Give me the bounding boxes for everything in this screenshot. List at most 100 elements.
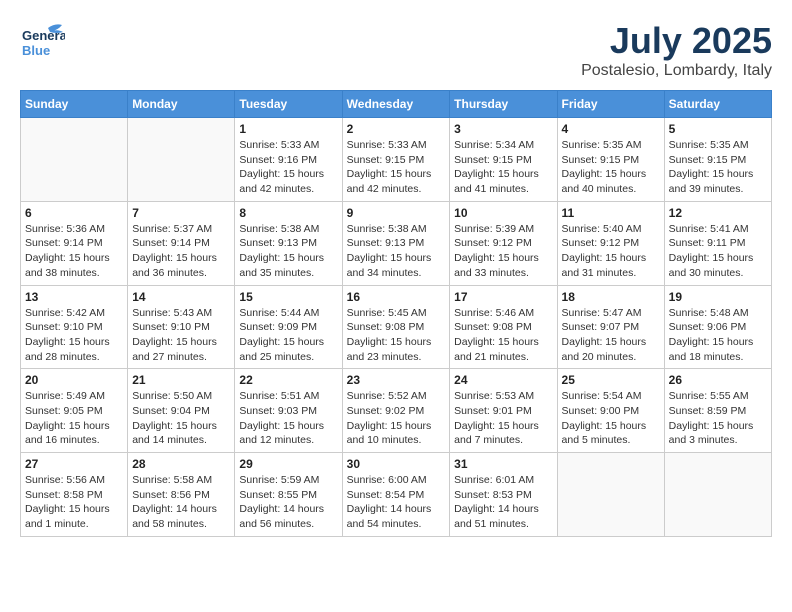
day-number: 19 bbox=[669, 290, 767, 304]
day-info: Sunrise: 5:51 AMSunset: 9:03 PMDaylight:… bbox=[239, 389, 337, 448]
calendar-cell: 10 Sunrise: 5:39 AMSunset: 9:12 PMDayligh… bbox=[450, 201, 557, 285]
calendar-cell: 8Sunrise: 5:38 AMSunset: 9:13 PMDaylight… bbox=[235, 201, 342, 285]
calendar-cell: 15 Sunrise: 5:44 AMSunset: 9:09 PMDayligh… bbox=[235, 285, 342, 369]
day-info: Sunrise: 5:38 AMSunset: 9:13 PMDaylight:… bbox=[347, 222, 446, 281]
calendar-cell: 9 Sunrise: 5:38 AMSunset: 9:13 PMDaylight… bbox=[342, 201, 450, 285]
day-info: Sunrise: 5:59 AMSunset: 8:55 PMDaylight:… bbox=[239, 473, 337, 532]
day-number: 21 bbox=[132, 373, 230, 387]
day-number: 16 bbox=[347, 290, 446, 304]
day-number: 5 bbox=[669, 122, 767, 136]
day-number: 18 bbox=[562, 290, 660, 304]
day-info: Sunrise: 5:33 AMSunset: 9:15 PMDaylight:… bbox=[347, 138, 446, 197]
day-number: 24 bbox=[454, 373, 552, 387]
day-number: 15 bbox=[239, 290, 337, 304]
calendar-week-row: 27 Sunrise: 5:56 AMSunset: 8:58 PMDayligh… bbox=[21, 453, 772, 537]
calendar-cell bbox=[21, 118, 128, 202]
day-number: 3 bbox=[454, 122, 552, 136]
day-info: Sunrise: 5:40 AMSunset: 9:12 PMDaylight:… bbox=[562, 222, 660, 281]
day-number: 11 bbox=[562, 206, 660, 220]
calendar-cell: 4 Sunrise: 5:35 AMSunset: 9:15 PMDaylight… bbox=[557, 118, 664, 202]
day-info: Sunrise: 5:39 AMSunset: 9:12 PMDaylight:… bbox=[454, 222, 552, 281]
day-info: Sunrise: 5:56 AMSunset: 8:58 PMDaylight:… bbox=[25, 473, 123, 532]
calendar-cell: 5 Sunrise: 5:35 AMSunset: 9:15 PMDaylight… bbox=[664, 118, 771, 202]
calendar-cell: 30 Sunrise: 6:00 AMSunset: 8:54 PMDayligh… bbox=[342, 453, 450, 537]
day-info: Sunrise: 5:44 AMSunset: 9:09 PMDaylight:… bbox=[239, 306, 337, 365]
day-info: Sunrise: 5:52 AMSunset: 9:02 PMDaylight:… bbox=[347, 389, 446, 448]
day-number: 9 bbox=[347, 206, 446, 220]
day-of-week-header: Wednesday bbox=[342, 91, 450, 118]
calendar-cell: 7Sunrise: 5:37 AMSunset: 9:14 PMDaylight… bbox=[128, 201, 235, 285]
day-number: 29 bbox=[239, 457, 337, 471]
day-number: 14 bbox=[132, 290, 230, 304]
day-info: Sunrise: 5:58 AMSunset: 8:56 PMDaylight:… bbox=[132, 473, 230, 532]
day-number: 25 bbox=[562, 373, 660, 387]
day-number: 31 bbox=[454, 457, 552, 471]
calendar-cell: 28Sunrise: 5:58 AMSunset: 8:56 PMDayligh… bbox=[128, 453, 235, 537]
calendar-cell bbox=[128, 118, 235, 202]
calendar-cell: 26 Sunrise: 5:55 AMSunset: 8:59 PMDayligh… bbox=[664, 369, 771, 453]
calendar-cell: 29 Sunrise: 5:59 AMSunset: 8:55 PMDayligh… bbox=[235, 453, 342, 537]
calendar-cell: 6 Sunrise: 5:36 AMSunset: 9:14 PMDaylight… bbox=[21, 201, 128, 285]
day-number: 12 bbox=[669, 206, 767, 220]
day-number: 30 bbox=[347, 457, 446, 471]
day-info: Sunrise: 5:53 AMSunset: 9:01 PMDaylight:… bbox=[454, 389, 552, 448]
day-of-week-header: Thursday bbox=[450, 91, 557, 118]
day-number: 23 bbox=[347, 373, 446, 387]
calendar-cell: 20Sunrise: 5:49 AMSunset: 9:05 PMDayligh… bbox=[21, 369, 128, 453]
calendar-cell: 27 Sunrise: 5:56 AMSunset: 8:58 PMDayligh… bbox=[21, 453, 128, 537]
calendar-cell: 1Sunrise: 5:33 AMSunset: 9:16 PMDaylight… bbox=[235, 118, 342, 202]
day-info: Sunrise: 5:43 AMSunset: 9:10 PMDaylight:… bbox=[132, 306, 230, 365]
day-info: Sunrise: 5:33 AMSunset: 9:16 PMDaylight:… bbox=[239, 138, 337, 197]
day-of-week-header: Friday bbox=[557, 91, 664, 118]
page-header: General Blue July 2025 Postalesio, Lomba… bbox=[20, 20, 772, 80]
day-info: Sunrise: 5:35 AMSunset: 9:15 PMDaylight:… bbox=[562, 138, 660, 197]
day-of-week-header: Tuesday bbox=[235, 91, 342, 118]
logo: General Blue bbox=[20, 20, 65, 70]
day-info: Sunrise: 5:54 AMSunset: 9:00 PMDaylight:… bbox=[562, 389, 660, 448]
day-info: Sunrise: 5:34 AMSunset: 9:15 PMDaylight:… bbox=[454, 138, 552, 197]
day-info: Sunrise: 5:37 AMSunset: 9:14 PMDaylight:… bbox=[132, 222, 230, 281]
svg-text:General: General bbox=[22, 28, 65, 43]
calendar-cell: 23 Sunrise: 5:52 AMSunset: 9:02 PMDayligh… bbox=[342, 369, 450, 453]
calendar-cell: 17 Sunrise: 5:46 AMSunset: 9:08 PMDayligh… bbox=[450, 285, 557, 369]
day-number: 26 bbox=[669, 373, 767, 387]
calendar-cell: 2 Sunrise: 5:33 AMSunset: 9:15 PMDaylight… bbox=[342, 118, 450, 202]
calendar-week-row: 13Sunrise: 5:42 AMSunset: 9:10 PMDayligh… bbox=[21, 285, 772, 369]
calendar-week-row: 20Sunrise: 5:49 AMSunset: 9:05 PMDayligh… bbox=[21, 369, 772, 453]
calendar-cell: 11 Sunrise: 5:40 AMSunset: 9:12 PMDayligh… bbox=[557, 201, 664, 285]
day-number: 6 bbox=[25, 206, 123, 220]
title-block: July 2025 Postalesio, Lombardy, Italy bbox=[581, 20, 772, 80]
calendar-cell: 24 Sunrise: 5:53 AMSunset: 9:01 PMDayligh… bbox=[450, 369, 557, 453]
calendar-cell: 21 Sunrise: 5:50 AMSunset: 9:04 PMDayligh… bbox=[128, 369, 235, 453]
day-info: Sunrise: 6:00 AMSunset: 8:54 PMDaylight:… bbox=[347, 473, 446, 532]
calendar-cell: 3 Sunrise: 5:34 AMSunset: 9:15 PMDaylight… bbox=[450, 118, 557, 202]
month-title: July 2025 bbox=[581, 20, 772, 62]
calendar-cell bbox=[664, 453, 771, 537]
day-number: 17 bbox=[454, 290, 552, 304]
day-info: Sunrise: 5:55 AMSunset: 8:59 PMDaylight:… bbox=[669, 389, 767, 448]
calendar-cell: 14 Sunrise: 5:43 AMSunset: 9:10 PMDayligh… bbox=[128, 285, 235, 369]
calendar-cell bbox=[557, 453, 664, 537]
calendar-cell: 31 Sunrise: 6:01 AMSunset: 8:53 PMDayligh… bbox=[450, 453, 557, 537]
calendar-cell: 13Sunrise: 5:42 AMSunset: 9:10 PMDayligh… bbox=[21, 285, 128, 369]
day-number: 8 bbox=[239, 206, 337, 220]
calendar-cell: 19Sunrise: 5:48 AMSunset: 9:06 PMDayligh… bbox=[664, 285, 771, 369]
day-number: 27 bbox=[25, 457, 123, 471]
day-number: 10 bbox=[454, 206, 552, 220]
day-info: Sunrise: 5:35 AMSunset: 9:15 PMDaylight:… bbox=[669, 138, 767, 197]
calendar-cell: 22Sunrise: 5:51 AMSunset: 9:03 PMDayligh… bbox=[235, 369, 342, 453]
day-info: Sunrise: 5:41 AMSunset: 9:11 PMDaylight:… bbox=[669, 222, 767, 281]
day-of-week-header: Sunday bbox=[21, 91, 128, 118]
day-info: Sunrise: 5:46 AMSunset: 9:08 PMDaylight:… bbox=[454, 306, 552, 365]
calendar-table: SundayMondayTuesdayWednesdayThursdayFrid… bbox=[20, 90, 772, 537]
day-info: Sunrise: 5:47 AMSunset: 9:07 PMDaylight:… bbox=[562, 306, 660, 365]
calendar-cell: 25 Sunrise: 5:54 AMSunset: 9:00 PMDayligh… bbox=[557, 369, 664, 453]
calendar-week-row: 6 Sunrise: 5:36 AMSunset: 9:14 PMDaylight… bbox=[21, 201, 772, 285]
calendar-week-row: 1Sunrise: 5:33 AMSunset: 9:16 PMDaylight… bbox=[21, 118, 772, 202]
day-info: Sunrise: 5:36 AMSunset: 9:14 PMDaylight:… bbox=[25, 222, 123, 281]
day-info: Sunrise: 5:50 AMSunset: 9:04 PMDaylight:… bbox=[132, 389, 230, 448]
day-number: 2 bbox=[347, 122, 446, 136]
day-info: Sunrise: 6:01 AMSunset: 8:53 PMDaylight:… bbox=[454, 473, 552, 532]
svg-text:Blue: Blue bbox=[22, 43, 50, 58]
day-number: 4 bbox=[562, 122, 660, 136]
